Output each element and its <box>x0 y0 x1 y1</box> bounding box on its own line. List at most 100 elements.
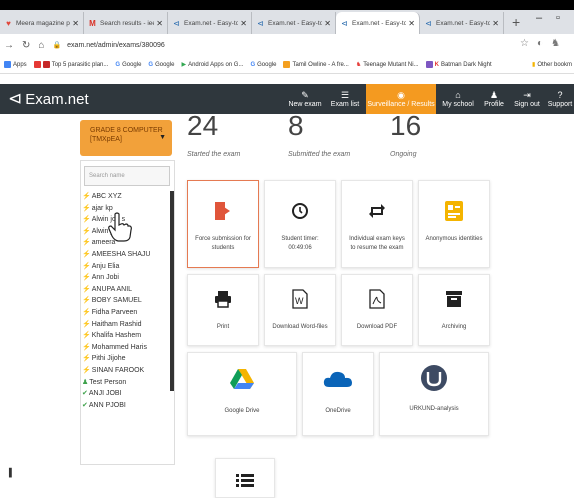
individual-keys-tile[interactable]: Individual exam keys to resume the exam <box>341 180 413 268</box>
forward-icon[interactable]: → <box>4 40 14 51</box>
word-icon: W <box>292 287 308 311</box>
print-tile[interactable]: Print <box>187 274 259 346</box>
browser-tab-bar: ♥Meera magazine proje✕ MSearch results -… <box>0 10 574 34</box>
student-name: Test Person <box>89 378 127 386</box>
home-icon[interactable]: ⌂ <box>38 40 44 51</box>
browser-tab-5[interactable]: ⊲ Exam.net - Easy-to-use✕ <box>336 12 420 34</box>
student-item[interactable]: ♟Test Person <box>82 378 170 390</box>
reload-icon[interactable]: ↻ <box>22 40 30 51</box>
student-name: Khalifa Hashem <box>91 332 142 340</box>
list-tile[interactable] <box>215 458 275 498</box>
orange-favicon-icon <box>283 61 291 68</box>
new-tab-button[interactable]: + <box>504 12 528 34</box>
minimize-icon[interactable]: – <box>536 12 542 24</box>
browser-tab-2[interactable]: M Search results - ieennu✕ <box>84 12 168 34</box>
student-timer-tile[interactable]: Student timer: 00:49:06 <box>264 180 336 268</box>
tab-close-icon[interactable]: ✕ <box>156 19 163 28</box>
download-word-tile[interactable]: W Download Word-files <box>264 274 336 346</box>
anonymous-identities-tile[interactable]: Anonymous identities <box>418 180 490 268</box>
force-submit-icon <box>212 199 234 223</box>
exam-net-logo[interactable]: ⊲ Exam.net <box>8 89 89 109</box>
exam-favicon-icon: ⊲ <box>425 18 432 28</box>
tab-close-icon[interactable]: ✕ <box>408 19 415 28</box>
bookmark-item[interactable]: Tamil Owline - A fre... <box>283 61 349 68</box>
download-pdf-tile[interactable]: Download PDF <box>341 274 413 346</box>
bookmark-item[interactable]: K Batman Dark Night <box>425 61 492 68</box>
nav-support[interactable]: ? Support <box>546 84 574 114</box>
archiving-tile[interactable]: Archiving <box>418 274 490 346</box>
tab-label: Exam.net - Easy-to-use <box>268 19 322 27</box>
logo-text: Exam.net <box>25 90 89 108</box>
force-submission-tile[interactable]: Force submission for students <box>187 180 259 268</box>
student-item[interactable]: ⚡Fidha Parveen <box>82 308 170 320</box>
signout-icon: ⇥ <box>523 90 531 100</box>
bookmark-item[interactable]: G Google <box>115 62 141 68</box>
bookmark-label: Teenage Mutant Ni... <box>363 61 419 68</box>
scrollbar[interactable] <box>170 191 174 391</box>
student-name: Ann Jobi <box>91 274 119 282</box>
nav-profile[interactable]: ♟ Profile <box>480 84 508 114</box>
student-item[interactable]: ⚡Haitham Rashid <box>82 320 170 332</box>
bookmark-item[interactable]: ▶ Android Apps on G... <box>181 61 243 69</box>
url-field[interactable]: exam.net/admin/exams/380096 <box>67 42 165 49</box>
folder-icon: ▮ <box>532 62 536 68</box>
student-item[interactable]: ⚡Pithi Jijohe <box>82 354 170 366</box>
browser-tab-6[interactable]: ⊲ Exam.net - Easy-to-use✕ <box>420 12 504 34</box>
red-favicon-icon <box>42 61 50 68</box>
browser-tab-4[interactable]: ⊲ Exam.net - Easy-to-use✕ <box>252 12 336 34</box>
tab-close-icon[interactable]: ✕ <box>492 19 499 28</box>
bookmark-apps[interactable]: Apps <box>4 61 27 68</box>
student-item[interactable]: ⚡Mohammed Haris <box>82 343 170 355</box>
search-name-input[interactable]: Search name <box>84 166 170 186</box>
tab-close-icon[interactable]: ✕ <box>240 19 247 28</box>
active-icon: ⚡ <box>82 343 91 351</box>
student-item[interactable]: ✔ANJI JOBI <box>82 389 170 401</box>
tile-label: Anonymous identities <box>425 236 483 242</box>
tile-label: OneDrive <box>325 408 351 414</box>
exam-favicon-icon: ⊲ <box>257 18 264 28</box>
nav-exam-list[interactable]: ☰ Exam list <box>326 84 364 114</box>
class-selector[interactable]: GRADE 8 COMPUTER [TMXpEA] ▼ <box>80 120 172 156</box>
browser-tab-1[interactable]: ♥ Meera magazine proje✕ <box>0 12 84 34</box>
student-item[interactable]: ⚡ABC XYZ <box>82 192 170 204</box>
active-icon: ⚡ <box>82 216 91 224</box>
play-store-icon: ▶ <box>181 62 187 68</box>
list-icon: ☰ <box>340 90 350 100</box>
student-item[interactable]: ⚡BOBY SAMUEL <box>82 296 170 308</box>
bookmark-item[interactable]: G Google <box>250 62 276 68</box>
ongoing-label: Ongoing <box>390 151 417 158</box>
google-drive-icon <box>229 367 255 391</box>
keys-icon <box>367 199 387 223</box>
nav-sign-out[interactable]: ⇥ Sign out <box>512 84 542 114</box>
onedrive-tile[interactable]: OneDrive <box>302 352 374 436</box>
bookmark-item[interactable]: Top 5 parasitic plan... <box>33 61 108 68</box>
bookmark-item[interactable]: G Google <box>148 62 174 68</box>
student-name: BOBY SAMUEL <box>91 297 142 305</box>
student-item[interactable]: ⚡AMEESHA SHAJU <box>82 250 170 262</box>
tile-label: Download Word-files <box>272 324 328 330</box>
student-name: ajar kp <box>91 204 113 212</box>
restore-icon[interactable]: ▫ <box>556 12 560 24</box>
bookmark-item[interactable]: ▮ Other bookm <box>532 61 572 69</box>
nav-my-school[interactable]: ⌂ My school <box>440 84 476 114</box>
student-item[interactable]: ⚡SINAN FAROOK <box>82 366 170 378</box>
pencil-icon: ✎ <box>301 90 309 100</box>
extension-icons[interactable]: ☆◐♞ <box>520 38 568 49</box>
pdf-icon <box>369 287 385 311</box>
student-item[interactable]: ⚡Anju Elia <box>82 262 170 274</box>
google-drive-tile[interactable]: Google Drive <box>187 352 297 436</box>
tile-label: Google Drive <box>224 408 260 414</box>
google-icon: G <box>148 61 154 68</box>
urkund-analysis-tile[interactable]: URKUND-analysis <box>379 352 489 436</box>
active-icon: ⚡ <box>82 297 91 305</box>
lock-icon: 🔒 <box>52 42 62 49</box>
student-item[interactable]: ⚡Khalifa Hashem <box>82 331 170 343</box>
student-item[interactable]: ✔ANN PJOBI <box>82 401 170 413</box>
student-item[interactable]: ⚡Ann Jobi <box>82 273 170 285</box>
tab-close-icon[interactable]: ✕ <box>324 19 331 28</box>
bookmark-item[interactable]: ♞ Teenage Mutant Ni... <box>356 61 419 69</box>
browser-tab-3[interactable]: ⊲ Exam.net - Easy-to-use✕ <box>168 12 252 34</box>
bookmark-label: Apps <box>13 61 27 68</box>
tab-close-icon[interactable]: ✕ <box>72 19 79 28</box>
student-item[interactable]: ⚡ANUPA ANIL <box>82 285 170 297</box>
